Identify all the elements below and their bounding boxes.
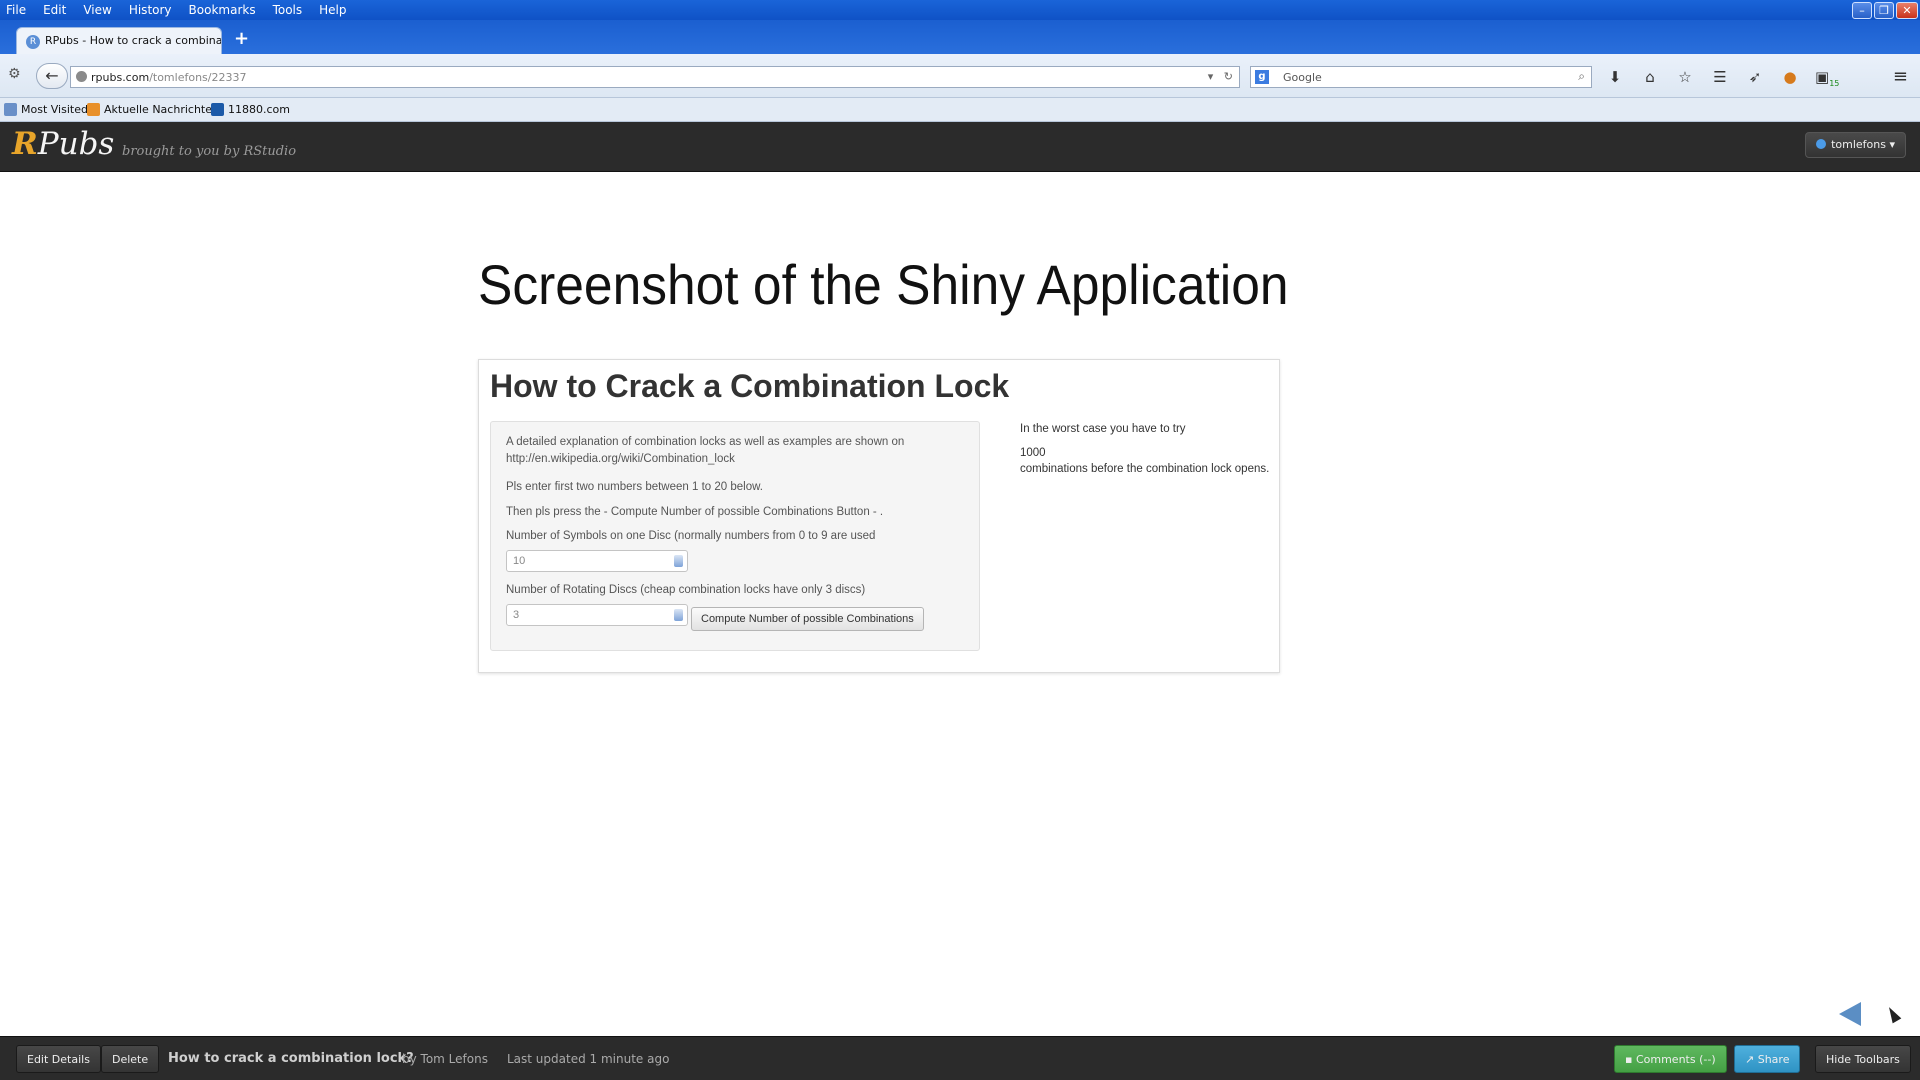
result-outro: combinations before the combination lock… (1020, 463, 1270, 475)
symbols-label: Number of Symbols on one Disc (normally … (506, 530, 876, 542)
last-updated: Last updated 1 minute ago (507, 1052, 670, 1066)
result-panel: In the worst case you have to try 1000 c… (1020, 421, 1269, 477)
logo-pubs: Pubs (37, 126, 115, 162)
comments-button[interactable]: ▪ Comments (--) (1614, 1045, 1727, 1073)
rpubs-header: RPubs brought to you by RStudio tomlefon… (0, 122, 1920, 172)
rss-icon (87, 103, 100, 116)
spinner-icon[interactable] (674, 555, 683, 567)
google-engine-icon[interactable]: g (1255, 70, 1269, 84)
share-icon: ↗ (1745, 1053, 1755, 1066)
navigation-toolbar: ⚙ ← rpubs.com/tomlefons/22337 ▾ ↻ g Goog… (0, 54, 1920, 98)
discs-label: Number of Rotating Discs (cheap combinat… (506, 584, 866, 596)
minimize-icon[interactable]: – (1852, 2, 1872, 19)
input-panel: A detailed explanation of combination lo… (490, 421, 980, 651)
share-label: Share (1757, 1053, 1790, 1066)
sync-icon[interactable]: ➶ (1745, 68, 1765, 88)
instruction-1: Pls enter first two numbers between 1 to… (506, 481, 763, 493)
bookmark-11880[interactable]: 11880.com (211, 103, 290, 116)
site-identity-icon[interactable] (76, 71, 87, 82)
most-visited-icon (4, 103, 17, 116)
search-input[interactable]: g Google ⌕ (1250, 66, 1592, 88)
close-icon[interactable]: ✕ (1896, 2, 1918, 19)
address-bar[interactable]: rpubs.com/tomlefons/22337 ▾ ↻ (70, 66, 1240, 88)
tab-rpubs[interactable]: R RPubs - How to crack a combinati... (16, 27, 222, 54)
menu-tools[interactable]: Tools (273, 3, 303, 17)
bookmark-label: Most Visited (21, 103, 88, 116)
search-icon[interactable]: ⌕ (1578, 69, 1585, 84)
mouse-cursor-icon (1884, 1004, 1902, 1024)
result-intro: In the worst case you have to try (1020, 423, 1186, 435)
downthemall-icon[interactable]: ▣15 (1815, 68, 1839, 88)
download-icon[interactable]: ⬇ (1605, 68, 1625, 88)
edit-details-button[interactable]: Edit Details (16, 1045, 101, 1073)
url-path: /tomlefons/22337 (149, 71, 247, 84)
home-icon[interactable]: ⌂ (1640, 68, 1660, 88)
symbols-value: 10 (513, 555, 526, 567)
menu-file[interactable]: File (6, 3, 26, 17)
document-title: How to crack a combination lock? (168, 1051, 414, 1066)
site-icon (211, 103, 224, 116)
new-tab-icon[interactable]: + (234, 28, 249, 49)
rpubs-logo[interactable]: RPubs (12, 126, 114, 162)
menu-help[interactable]: Help (319, 3, 346, 17)
rpubs-bottom-toolbar: Edit Details Delete How to crack a combi… (0, 1036, 1920, 1080)
spinner-icon[interactable] (674, 609, 683, 621)
url-host: rpubs.com (91, 71, 150, 84)
wikipedia-link: http://en.wikipedia.org/wiki/Combination… (506, 453, 735, 465)
menu-view[interactable]: View (83, 3, 111, 17)
addon-gear-icon[interactable]: ⚙ (8, 66, 21, 82)
comments-label: Comments (--) (1635, 1053, 1716, 1066)
instruction-2: Then pls press the - Compute Number of p… (506, 506, 884, 518)
tab-title: RPubs - How to crack a combinati... (45, 34, 222, 47)
bookmark-news[interactable]: Aktuelle Nachrichten (87, 103, 219, 116)
page-title: Screenshot of the Shiny Application (478, 253, 1289, 316)
bookmark-most-visited[interactable]: Most Visited (4, 103, 88, 116)
result-value: 1000 (1020, 447, 1046, 459)
user-menu-button[interactable]: tomlefons ▾ (1805, 132, 1906, 158)
document-author: by Tom Lefons (402, 1052, 488, 1066)
bookmarks-toolbar: Most Visited Aktuelle Nachrichten 11880.… (0, 98, 1920, 122)
intro-line: A detailed explanation of combination lo… (506, 436, 905, 448)
toolbar-icons: ⬇ ⌂ ☆ ☰ ➶ ● ▣15 (1605, 68, 1840, 88)
addon-icon[interactable]: ● (1780, 68, 1800, 88)
logo-r: R (12, 126, 38, 162)
intro-text: A detailed explanation of combination lo… (506, 434, 946, 468)
menu-icon[interactable]: ≡ (1893, 66, 1908, 87)
reading-list-icon[interactable]: ☰ (1710, 68, 1730, 88)
restore-icon[interactable]: ❐ (1874, 2, 1894, 19)
username: tomlefons (1831, 138, 1886, 151)
browser-menubar: File Edit View History Bookmarks Tools H… (0, 0, 1920, 20)
power-icon (1816, 139, 1827, 149)
back-button[interactable]: ← (36, 63, 68, 89)
hide-toolbars-button[interactable]: Hide Toolbars (1815, 1045, 1911, 1073)
badge-count: 15 (1829, 79, 1840, 88)
menu-bookmarks[interactable]: Bookmarks (189, 3, 256, 17)
comment-icon: ▪ (1625, 1053, 1633, 1066)
discs-value: 3 (513, 609, 520, 621)
bookmark-label: Aktuelle Nachrichten (104, 103, 219, 116)
app-title: How to Crack a Combination Lock (490, 368, 1010, 404)
search-placeholder: Google (1283, 71, 1322, 84)
symbols-input[interactable]: 10 (506, 550, 688, 572)
reload-icon[interactable]: ▾ ↻ (1208, 70, 1233, 83)
menu-edit[interactable]: Edit (43, 3, 66, 17)
window-controls: – ❐ ✕ (1852, 2, 1918, 19)
bookmark-label: 11880.com (228, 103, 290, 116)
rpubs-favicon-icon: R (26, 35, 40, 49)
delete-button[interactable]: Delete (101, 1045, 160, 1073)
compute-button[interactable]: Compute Number of possible Combinations (691, 607, 924, 631)
rpubs-tagline: brought to you by RStudio (122, 144, 297, 159)
discs-input[interactable]: 3 (506, 604, 688, 626)
previous-arrow-icon[interactable] (1839, 1002, 1861, 1026)
bookmark-star-icon[interactable]: ☆ (1675, 68, 1695, 88)
shiny-app-screenshot: How to Crack a Combination Lock A detail… (478, 359, 1280, 673)
share-button[interactable]: ↗ Share (1734, 1045, 1801, 1073)
menu-history[interactable]: History (129, 3, 172, 17)
tab-bar: R RPubs - How to crack a combinati... + (0, 20, 1920, 54)
